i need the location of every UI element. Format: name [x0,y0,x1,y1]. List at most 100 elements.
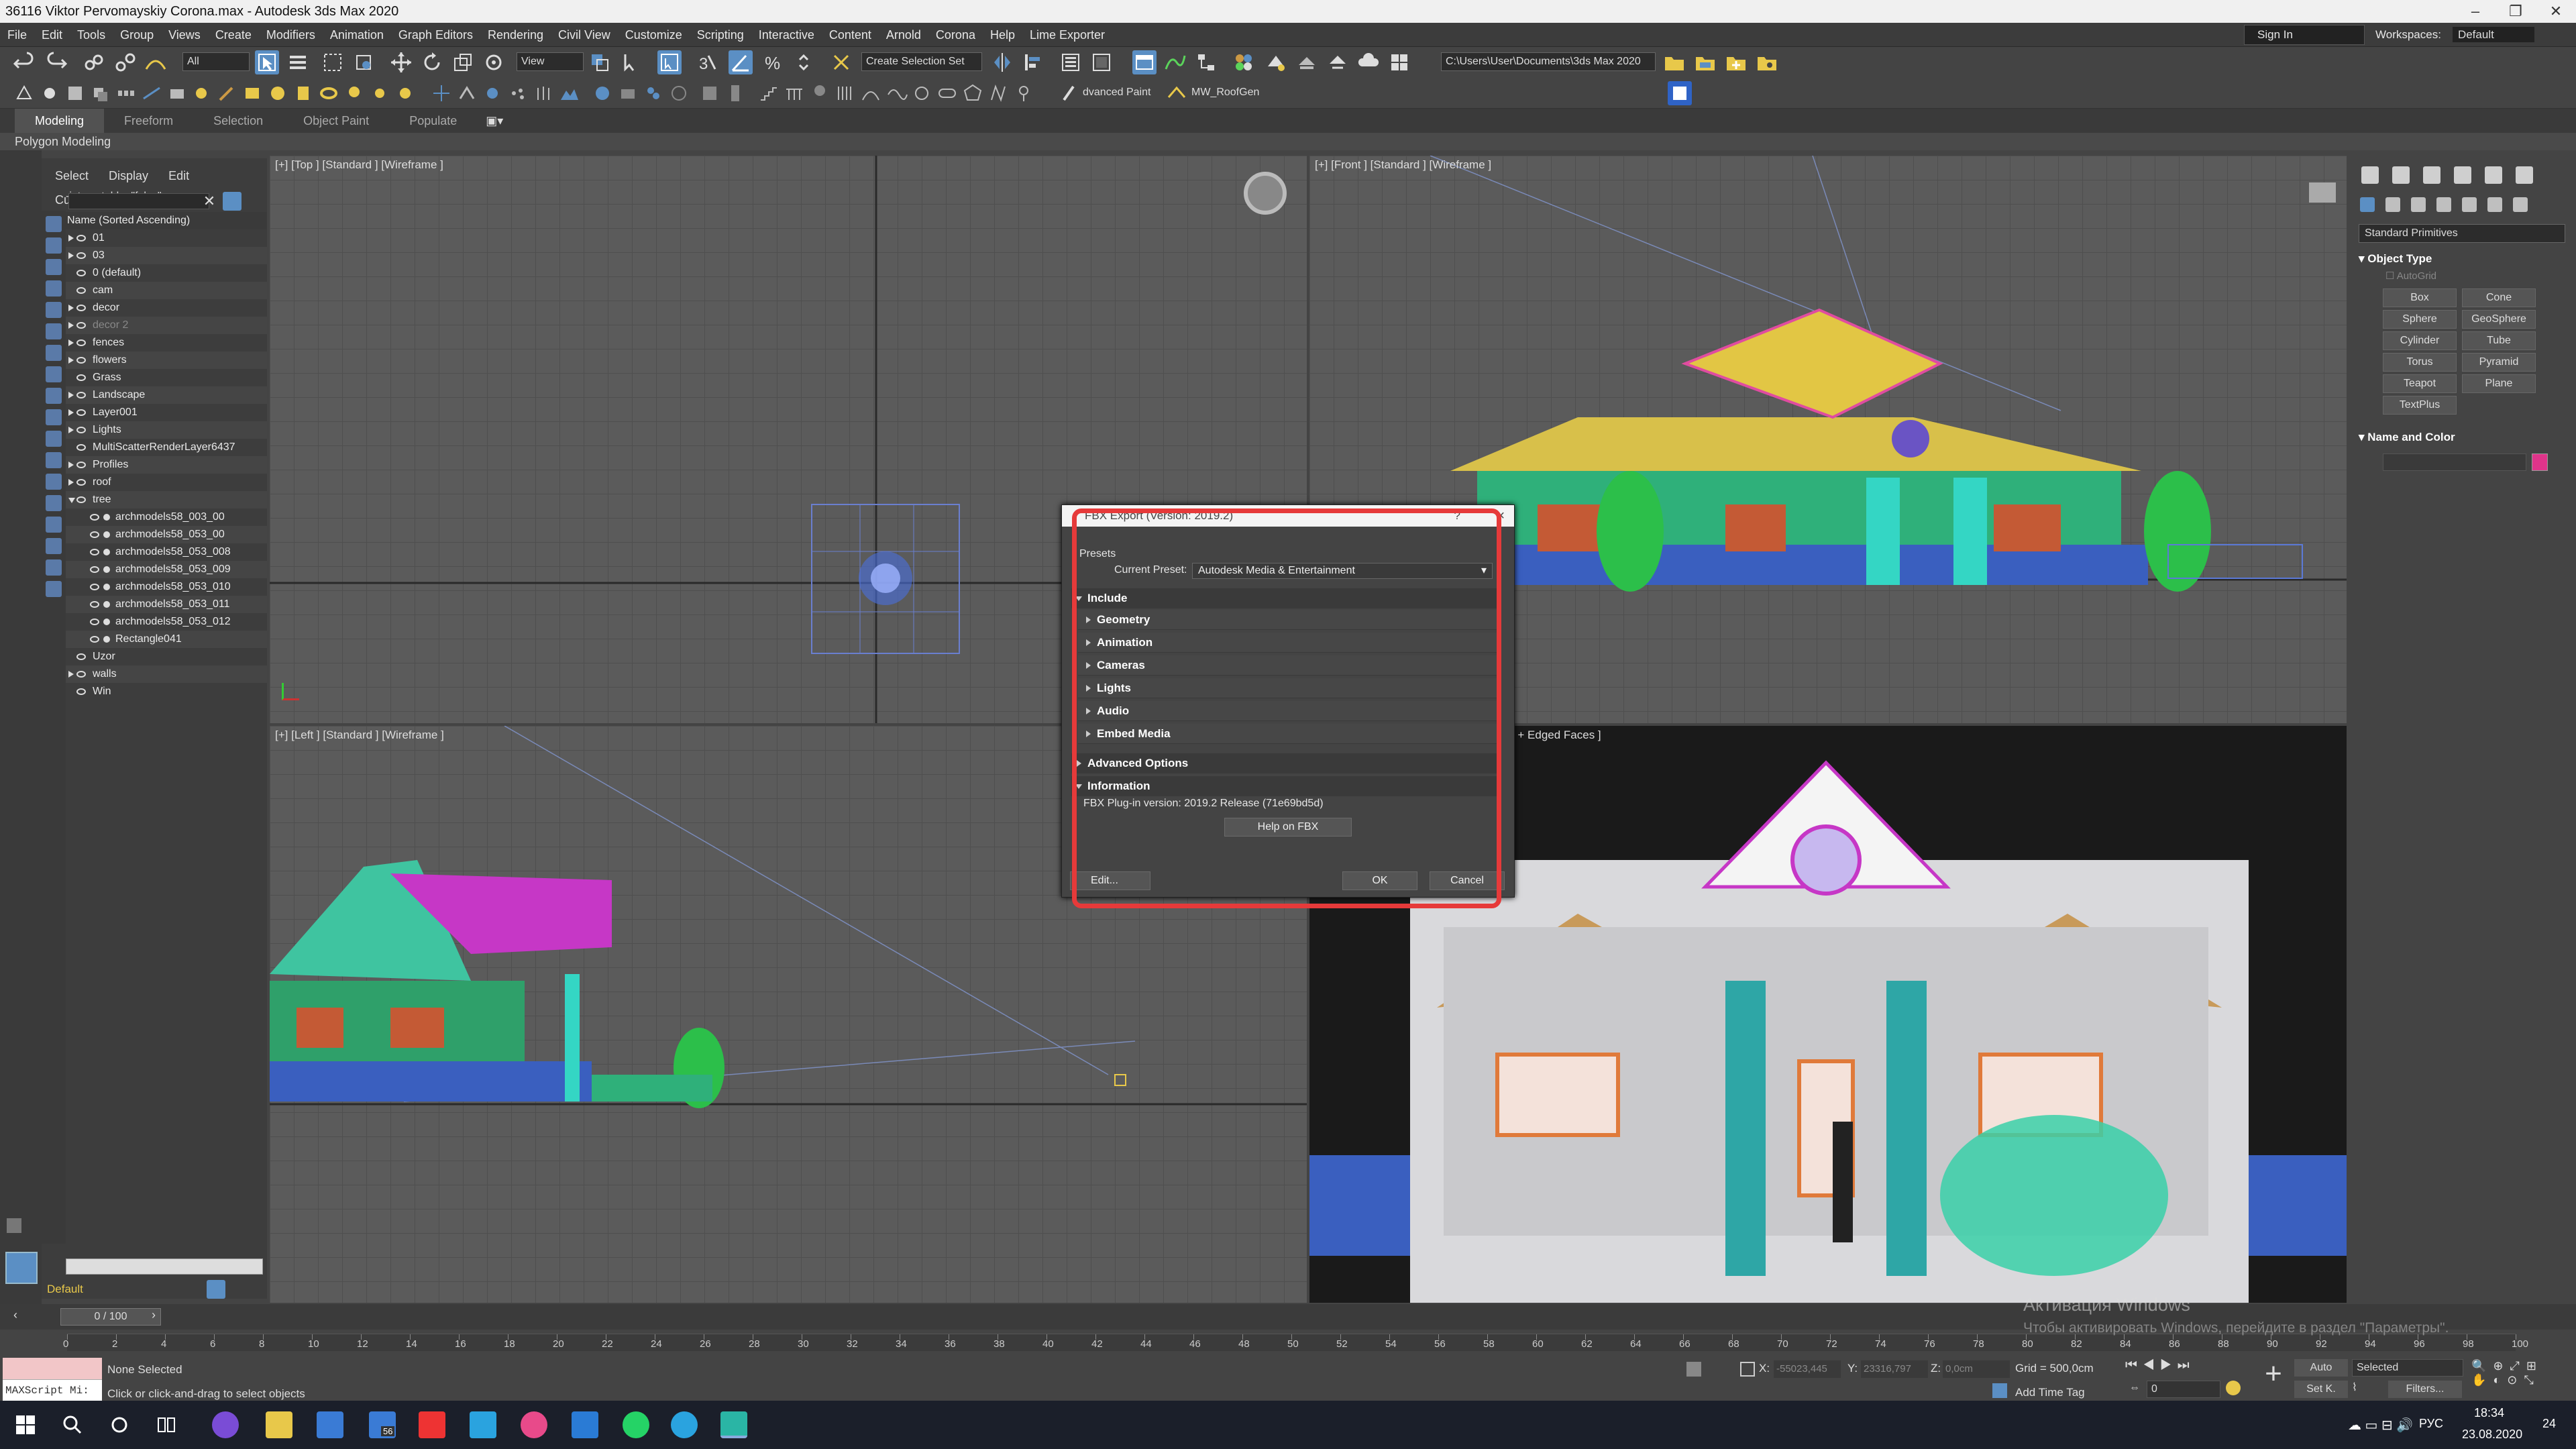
isolate-selection-icon[interactable] [1686,1362,1701,1377]
helpers-category-icon[interactable] [2462,197,2477,212]
snowflake-icon[interactable] [429,81,453,105]
display-shapes-icon[interactable] [46,237,62,254]
menu-edit[interactable]: Edit [34,23,70,47]
box-button[interactable]: Box [2383,288,2457,307]
workspace-selector[interactable]: Workspaces: Default [2368,25,2569,45]
windows-start-icon[interactable] [12,1411,39,1438]
spinner-snap-icon[interactable] [792,50,816,74]
display-all-icon[interactable] [46,474,62,490]
undo-icon[interactable] [12,50,36,74]
menu-content[interactable]: Content [822,23,879,47]
visibility-eye-icon[interactable] [76,270,86,276]
visibility-eye-icon[interactable] [76,427,86,433]
capsule-icon[interactable] [935,81,959,105]
y-coord-field[interactable]: 23316,797 [1861,1360,1928,1378]
placement-icon[interactable] [482,50,506,74]
motion-tab-icon[interactable] [2454,166,2471,184]
music-icon[interactable] [521,1411,547,1438]
scene-tree-header[interactable]: Name (Sorted Ascending) [66,212,267,229]
scene-scrollbar[interactable] [66,1258,263,1275]
whatsapp-icon[interactable] [623,1411,649,1438]
clock-date[interactable]: 23.08.2020 [2462,1428,2522,1442]
scene-layer-row[interactable]: flowers [66,352,267,369]
mirror-icon[interactable] [990,50,1014,74]
corona-interactive-icon[interactable] [1387,50,1411,74]
time-next-icon[interactable]: › [152,1308,168,1324]
z-coord-field[interactable]: 0,0cm [1943,1360,2010,1378]
scene-layer-row[interactable]: MultiScatterRenderLayer6437 [66,439,267,456]
expand-arrow-icon[interactable] [68,479,74,486]
display-lights-icon[interactable] [46,259,62,275]
bind-spacewarp-icon[interactable] [144,50,168,74]
scene-layer-row[interactable]: 03 [66,247,267,264]
menu-help[interactable]: Help [983,23,1022,47]
primitive-type-dropdown[interactable]: Standard Primitives [2359,224,2565,243]
menu-views[interactable]: Views [161,23,208,47]
torus-create-icon[interactable] [317,81,341,105]
scene-layer-row[interactable]: Layer001 [66,404,267,421]
display-bones-icon[interactable] [46,388,62,404]
torus-button[interactable]: Torus [2383,353,2457,372]
plugin-badge-icon[interactable] [1668,81,1692,105]
keyboard-shortcut-override-icon[interactable] [657,50,682,74]
particle-icon[interactable] [506,81,530,105]
display-tab-icon[interactable] [2485,166,2502,184]
visibility-eye-icon[interactable] [90,601,99,608]
viewcube-front-icon[interactable] [2309,182,2336,203]
scene-layer-row[interactable]: archmodels58_053_012 [66,613,267,631]
app-icon-purple[interactable] [212,1411,239,1438]
display-spacewarps-icon[interactable] [46,323,62,339]
expand-arrow-icon[interactable] [68,252,74,259]
menu-tools[interactable]: Tools [70,23,113,47]
viewcube-icon[interactable] [1244,172,1287,215]
paint-deform-icon[interactable] [215,81,239,105]
expand-arrow-icon[interactable] [68,392,74,398]
scene-layer-row[interactable]: walls [66,665,267,683]
hair-icon[interactable] [531,81,555,105]
spacing-tool-icon[interactable] [140,81,164,105]
visibility-eye-icon[interactable] [76,671,86,678]
selection-filter-dropdown[interactable]: All [182,52,250,71]
terrain-icon[interactable] [557,81,581,105]
menu-scripting[interactable]: Scripting [690,23,751,47]
polygon-modeling-label[interactable]: Polygon Modeling [15,135,111,148]
rendered-frame-window-icon[interactable] [1295,50,1319,74]
compound-icon[interactable] [480,81,504,105]
project-folder-path[interactable]: C:\Users\User\Documents\3ds Max 2020 [1441,52,1656,71]
filter-toggle-icon[interactable] [223,192,241,211]
schematic-view-icon[interactable] [1194,50,1218,74]
visibility-eye-icon[interactable] [76,688,86,695]
playback-controls[interactable]: ⏮◀▶⏭ [2125,1358,2259,1375]
visibility-eye-icon[interactable] [76,235,86,241]
render-production-icon[interactable] [1326,50,1350,74]
scene-explorer-icon[interactable] [1059,50,1083,74]
scene-layer-row[interactable]: decor 2 [66,317,267,334]
menu-arnold[interactable]: Arnold [879,23,928,47]
cylinder-create-icon[interactable] [291,81,315,105]
clone-tool-icon[interactable] [89,81,113,105]
display-hidden-icon[interactable] [46,452,62,468]
menu-corona[interactable]: Corona [928,23,983,47]
layer-explorer-icon[interactable] [1089,50,1114,74]
advanced-paint-icon[interactable] [1057,81,1081,105]
expand-arrow-icon[interactable] [68,235,74,241]
3ds-max-taskbar-icon[interactable] [720,1411,747,1438]
circle-shape-icon[interactable] [910,81,934,105]
viewport-left-label[interactable]: [+] [Left ] [Standard ] [Wireframe ] [275,729,444,742]
visibility-eye-icon[interactable] [76,339,86,346]
display-helpers-icon[interactable] [46,302,62,318]
material-browser-icon[interactable] [189,81,213,105]
search-icon[interactable] [59,1411,86,1438]
tube-button[interactable]: Tube [2462,331,2536,350]
scene-layer-row[interactable]: archmodels58_053_010 [66,578,267,596]
display-frozen-icon[interactable] [46,431,62,447]
instance-icon[interactable] [641,81,665,105]
pivot-center-icon[interactable] [588,50,612,74]
percent-snap-icon[interactable]: % [761,50,785,74]
close-window-button[interactable]: ✕ [2536,0,2576,23]
fence-icon[interactable] [833,81,857,105]
filters-button[interactable]: Filters... [2388,1381,2462,1398]
time-slider[interactable]: 0 / 100 [60,1308,161,1326]
current-frame-field[interactable]: 0 [2147,1381,2220,1398]
tree-icon[interactable] [808,81,832,105]
